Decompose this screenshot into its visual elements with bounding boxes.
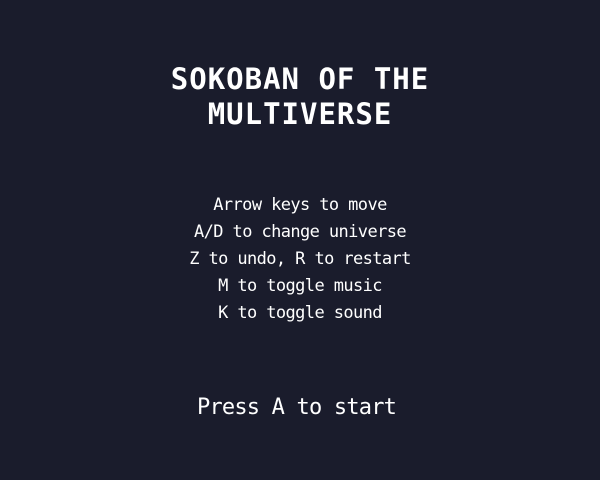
- instruction-move: Arrow keys to move: [213, 195, 387, 215]
- game-title-line-1: SOKOBAN OF THE: [170, 62, 430, 96]
- game-title: SOKOBAN OF THE MULTIVERSE: [0, 62, 600, 132]
- press-start-prompt[interactable]: Press A to start: [197, 394, 413, 422]
- title-screen: SOKOBAN OF THE MULTIVERSE Arrow keys to …: [0, 0, 600, 480]
- controls-instructions: Arrow keys to move A/D to change univers…: [0, 192, 600, 327]
- instruction-toggle-sound: K to toggle sound: [218, 303, 382, 323]
- instruction-undo-restart: Z to undo, R to restart: [189, 249, 411, 269]
- game-title-line-2: MULTIVERSE: [207, 97, 393, 131]
- instruction-toggle-music: M to toggle music: [218, 276, 382, 296]
- instruction-change-universe: A/D to change universe: [194, 222, 407, 242]
